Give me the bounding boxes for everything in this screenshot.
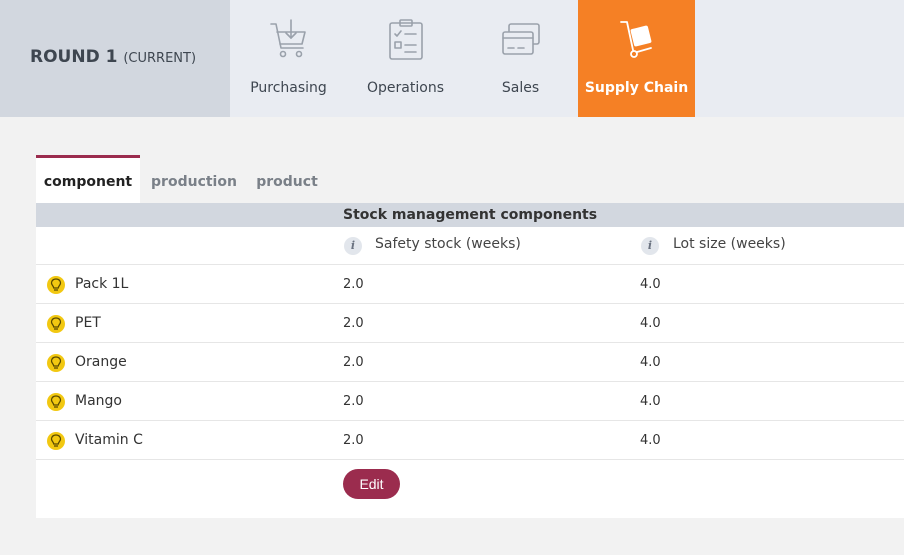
lightbulb-icon[interactable] [47,393,65,411]
component-name: Vitamin C [75,432,143,448]
tab-production[interactable]: production [146,155,242,203]
nav-tab-purchasing[interactable]: Purchasing [230,0,347,117]
stock-management-card: component production product Stock manag… [36,155,904,518]
lightbulb-icon[interactable] [47,354,65,372]
nav-tab-label: Supply Chain [584,80,689,96]
checklist-icon [388,19,423,60]
info-icon[interactable]: i [344,237,362,255]
table-title: Stock management components [343,207,598,223]
lot-size-value: 4.0 [640,316,661,331]
top-navigation-bar: ROUND 1 (CURRENT) Purchasing Operations [0,0,904,117]
nav-tab-label: Operations [367,80,444,96]
lot-size-value: 4.0 [640,355,661,370]
safety-stock-value: 2.0 [343,277,364,292]
component-name: Mango [75,393,122,409]
lightbulb-icon[interactable] [47,276,65,294]
nav-tab-label: Purchasing [250,80,327,96]
lot-size-value: 4.0 [640,277,661,292]
lot-size-value: 4.0 [640,394,661,409]
cart-icon [269,19,306,58]
credit-card-icon [501,23,540,55]
table-row: Vitamin C 2.0 4.0 [36,421,904,460]
round-number: ROUND 1 [30,47,118,67]
table-row: Pack 1L 2.0 4.0 [36,265,904,304]
edit-button[interactable]: Edit [343,469,400,499]
table-row: PET 2.0 4.0 [36,304,904,343]
nav-tab-label: Sales [501,80,540,96]
lightbulb-icon[interactable] [47,432,65,450]
info-icon[interactable]: i [641,237,659,255]
round-indicator: ROUND 1 (CURRENT) [0,0,230,117]
round-title: ROUND 1 (CURRENT) [30,47,196,67]
component-name: PET [75,315,101,331]
table-header: Stock management components [36,203,904,227]
nav-tab-operations[interactable]: Operations [347,0,464,117]
safety-stock-value: 2.0 [343,355,364,370]
safety-stock-value: 2.0 [343,316,364,331]
column-header-row: i Safety stock (weeks) i Lot size (weeks… [36,227,904,265]
hand-truck-icon [619,21,652,58]
round-status: (CURRENT) [123,51,197,66]
table-row: Orange 2.0 4.0 [36,343,904,382]
safety-stock-value: 2.0 [343,433,364,448]
sub-tab-bar: component production product [36,155,904,203]
component-name: Pack 1L [75,276,129,292]
lot-size-value: 4.0 [640,433,661,448]
tab-component[interactable]: component [36,155,140,203]
column-lot-size: Lot size (weeks) [673,236,786,252]
lightbulb-icon[interactable] [47,315,65,333]
nav-tab-supply-chain[interactable]: Supply Chain [578,0,695,117]
table-row: Mango 2.0 4.0 [36,382,904,421]
column-safety-stock: Safety stock (weeks) [375,236,521,252]
tab-product[interactable]: product [250,155,324,203]
nav-tab-sales[interactable]: Sales [462,0,579,117]
safety-stock-value: 2.0 [343,394,364,409]
component-name: Orange [75,354,127,370]
